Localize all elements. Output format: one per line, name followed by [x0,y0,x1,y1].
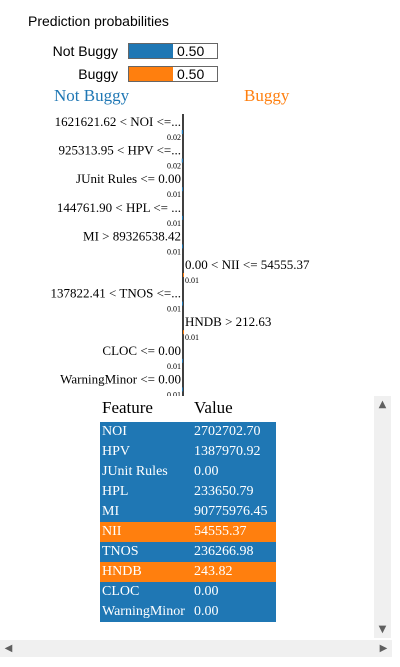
contribution-bar [182,387,183,392]
feature-name-cell: HPL [102,484,129,499]
contribution-bar [182,358,183,363]
contribution-value-label: 0.02 [167,133,181,142]
arrow-down-icon[interactable]: ▼ [374,621,391,638]
feature-name-cell: TNOS [102,544,139,559]
table-row: CLOC 0.00 [100,582,276,602]
contribution-value-label: 0.01 [167,190,181,199]
feature-condition-label: 0.00 < NII <= 54555.37 [185,257,310,272]
contribution-bar [182,301,183,306]
prob-label-buggy: Buggy [78,66,118,82]
feature-condition-label: 1621621.62 < NOI <=... [55,114,181,129]
feature-condition-label: WarningMinor <= 0.00 [60,371,181,386]
table-row: WarningMinor 0.00 [100,602,276,622]
table-row: HPL 233650.79 [100,482,276,502]
prob-label-not-buggy: Not Buggy [52,43,118,59]
feature-value-cell: 0.00 [194,584,219,599]
feature-name-cell: WarningMinor [102,604,185,619]
arrow-right-icon[interactable]: ▶ [375,640,392,657]
feature-name-cell: NOI [102,424,127,439]
table-row: NOI 2702702.70 [100,422,276,442]
feature-name-cell: MI [102,504,120,519]
feature-name-cell: JUnit Rules [102,464,168,479]
table-row: MI 90775976.45 [100,502,276,522]
feature-value-table: Feature Value NOI 2702702.70 HPV 1387970.92… [100,396,276,622]
contribution-value-label: 0.02 [167,162,181,171]
feature-value-cell: 90775976.45 [194,504,268,519]
contribution-value-label: 0.01 [167,219,181,228]
table-row: TNOS 236266.98 [100,542,276,562]
table-row: HPV 1387970.92 [100,442,276,462]
feature-value-cell: 243.82 [194,564,233,579]
feature-name-cell: HNDB [102,564,142,579]
prob-bar-not-buggy: 0.50 [128,43,218,59]
feature-value-cell: 0.00 [194,464,219,479]
contribution-bar [182,187,183,192]
contribution-bar [182,215,183,220]
contribution-bar [181,158,183,163]
contribution-bar [181,130,183,134]
prob-bar-buggy: 0.50 [128,66,218,82]
feature-value-cell: 236266.98 [194,544,254,559]
table-header-row: Feature Value [100,396,276,422]
feature-name-cell: NII [102,524,122,539]
feature-value-cell: 2702702.70 [194,424,261,439]
contribution-value-label: 0.01 [185,276,199,285]
class-header-not-buggy: Not Buggy [54,86,130,105]
arrow-left-icon[interactable]: ◀ [0,640,17,657]
prob-value-not-buggy: 0.50 [177,43,205,59]
value-column-header: Value [192,396,276,422]
feature-value-cell: 1387970.92 [194,444,261,459]
prob-fill-buggy [129,67,173,81]
feature-value-cell: 233650.79 [194,484,254,499]
contribution-bar [183,330,184,335]
contribution-value-label: 0.01 [167,247,181,256]
contribution-bar [183,273,184,277]
class-header-buggy: Buggy [244,86,290,105]
chart-title: Prediction probabilities [28,13,169,29]
feature-value-cell: 54555.37 [194,524,247,539]
feature-condition-label: 137822.41 < TNOS <=... [51,286,181,301]
contribution-value-label: 0.01 [167,362,181,371]
vertical-scrollbar[interactable]: ▲ ▼ [374,396,391,638]
feature-value-table-container[interactable]: Feature Value NOI 2702702.70 HPV 1387970.92… [100,396,392,644]
prob-fill-not-buggy [129,44,173,58]
contribution-bar [182,244,183,249]
horizontal-scrollbar[interactable]: ◀ ▶ [0,640,392,657]
contribution-value-label: 0.01 [167,305,181,314]
feature-condition-label: 144761.90 < HPL <= ... [57,200,181,215]
feature-condition-label: MI > 89326538.42 [83,228,181,243]
feature-condition-label: 925313.95 < HPV <=... [58,143,181,158]
arrow-up-icon[interactable]: ▲ [374,396,391,413]
table-row: HNDB 243.82 [100,562,276,582]
feature-name-cell: CLOC [102,584,140,599]
feature-contribution-chart: 1621621.62 < NOI <=...0.02925313.95 < HP… [51,114,310,400]
feature-name-cell: HPV [102,444,131,459]
feature-condition-label: JUnit Rules <= 0.00 [76,171,181,186]
feature-column-header: Feature [100,396,192,422]
table-row: NII 54555.37 [100,522,276,542]
table-row: JUnit Rules 0.00 [100,462,276,482]
feature-condition-label: CLOC <= 0.00 [102,343,181,358]
contribution-value-label: 0.01 [185,333,199,342]
feature-value-cell: 0.00 [194,604,219,619]
feature-condition-label: HNDB > 212.63 [185,314,271,329]
prob-value-buggy: 0.50 [177,66,205,82]
